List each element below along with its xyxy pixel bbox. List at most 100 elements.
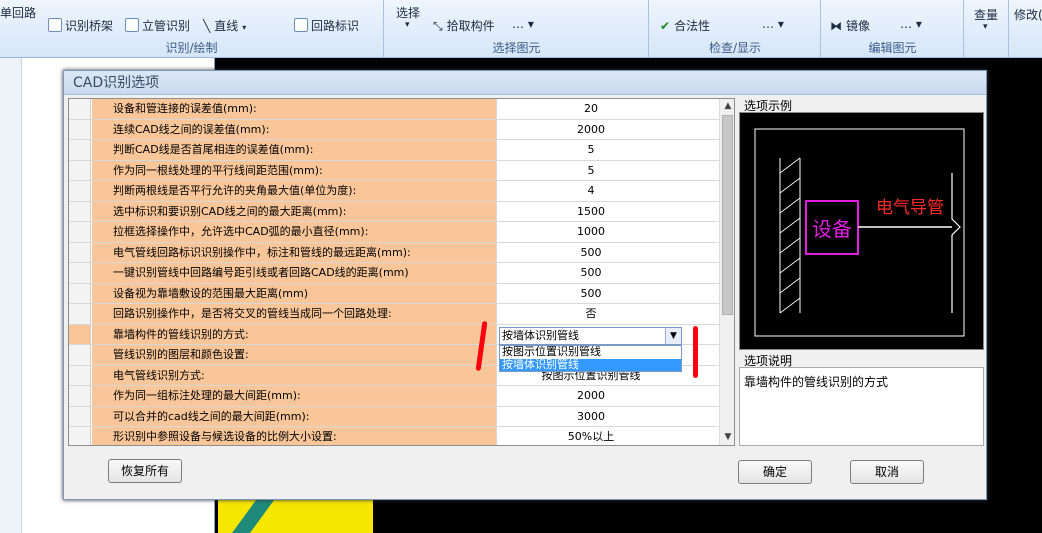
view-quantity-button[interactable]: 查量	[974, 6, 998, 23]
dropdown-option-highlighted[interactable]: 按墙体识别管线	[500, 358, 681, 371]
option-value[interactable]: 20	[498, 99, 684, 119]
loop-mark-button[interactable]: 回路标识	[294, 17, 359, 34]
chevron-down-icon[interactable]: ▼	[665, 328, 681, 344]
row-header[interactable]	[69, 99, 91, 119]
row-header[interactable]	[69, 181, 91, 201]
row-header[interactable]	[69, 365, 91, 385]
option-label: 靠墙构件的管线识别的方式:	[92, 324, 497, 344]
option-label: 电气管线识别方式:	[92, 365, 497, 385]
grid-scrollbar[interactable]: ▲ ▼	[719, 99, 734, 445]
option-label: 拉框选择操作中，允许选中CAD弧的最小直径(mm):	[92, 222, 497, 242]
bridge-icon	[48, 18, 62, 32]
modify-button[interactable]: 修改(	[1014, 6, 1042, 23]
vertical-pipe-button[interactable]: 立管识别	[125, 17, 190, 34]
option-row[interactable]: 作为同一根线处理的平行线间距范围(mm): 5	[69, 160, 719, 181]
option-row[interactable]: 可以合并的cad线之间的最大间距(mm): 3000	[69, 406, 719, 427]
option-value[interactable]: 2000	[498, 386, 684, 406]
option-row[interactable]: 作为同一组标注处理的最大间距(mm): 2000	[69, 386, 719, 407]
option-value[interactable]: 5	[498, 140, 684, 160]
option-label: 回路识别操作中，是否将交叉的管线当成同一个回路处理:	[92, 304, 497, 324]
group-title: 识别/绘制	[165, 41, 218, 55]
restore-all-button[interactable]: 恢复所有	[108, 459, 182, 483]
wall-pipe-mode-dropdown: 按图示位置识别管线 按墙体识别管线	[499, 345, 682, 372]
option-label: 判断两根线是否平行允许的夹角最大值(单位为度):	[92, 181, 497, 201]
dialog-title: CAD识别选项	[64, 71, 986, 95]
option-label: 一键识别管线中回路编号距引线或者回路CAD线的距离(mm)	[92, 263, 497, 283]
legality-button[interactable]: ✔ 合法性	[660, 17, 710, 34]
more-button[interactable]: … ▾	[900, 17, 922, 31]
option-label: 设备和管连接的误差值(mm):	[92, 99, 497, 119]
option-row[interactable]: 判断两根线是否平行允许的夹角最大值(单位为度): 4	[69, 181, 719, 202]
identify-bridge-label: 识别桥架	[65, 19, 114, 33]
option-row[interactable]: 选中标识和要识别CAD线之间的最大距离(mm): 1500	[69, 201, 719, 222]
row-header[interactable]	[69, 324, 91, 344]
wall-pipe-mode-select[interactable]: 按墙体识别管线 ▼	[499, 327, 682, 345]
row-header[interactable]	[69, 201, 91, 221]
option-label: 设备视为靠墙敷设的范围最大距离(mm)	[92, 283, 497, 303]
row-header[interactable]	[69, 119, 91, 139]
row-header[interactable]	[69, 386, 91, 406]
option-row[interactable]: 设备视为靠墙敷设的范围最大距离(mm) 500	[69, 283, 719, 304]
option-label: 判断CAD线是否首尾相连的误差值(mm):	[92, 140, 497, 160]
pick-component-button[interactable]: ⤡ 拾取构件	[433, 17, 495, 34]
dropdown-option[interactable]: 按图示位置识别管线	[500, 346, 681, 359]
scroll-up-icon[interactable]: ▲	[720, 99, 734, 114]
group-edit: ⧓ 镜像 … ▾ 编辑图元	[822, 0, 964, 58]
row-header[interactable]	[69, 427, 91, 445]
row-header[interactable]	[69, 263, 91, 283]
option-label: 形识别中参照设备与候选设备的比例大小设置:	[92, 427, 497, 445]
row-header[interactable]	[69, 406, 91, 426]
option-row[interactable]: 一键识别管线中回路编号距引线或者回路CAD线的距离(mm) 500	[69, 263, 719, 284]
row-header[interactable]	[69, 242, 91, 262]
option-value[interactable]: 3000	[498, 407, 684, 427]
option-value[interactable]: 50%以上	[498, 427, 684, 445]
identify-bridge-button[interactable]: 识别桥架	[48, 17, 113, 34]
option-value[interactable]: 4	[498, 181, 684, 201]
group-check-display: ✔ 合法性 … ▾ 检查/显示	[650, 0, 821, 58]
option-value[interactable]: 否	[498, 304, 684, 324]
loop-mark-icon	[294, 18, 308, 32]
option-row[interactable]: 判断CAD线是否首尾相连的误差值(mm): 5	[69, 140, 719, 161]
option-label: 作为同一根线处理的平行线间距范围(mm):	[92, 160, 497, 180]
more-button[interactable]: … ▾	[762, 17, 784, 31]
option-value[interactable]: 2000	[498, 120, 684, 140]
row-header[interactable]	[69, 345, 91, 365]
scroll-down-icon[interactable]: ▼	[720, 430, 734, 445]
option-row[interactable]: 形识别中参照设备与候选设备的比例大小设置: 50%以上	[69, 427, 719, 445]
option-label: 作为同一组标注处理的最大间距(mm):	[92, 386, 497, 406]
option-row[interactable]: 电气管线回路标识识别操作中，标注和管线的最远距离(mm): 500	[69, 242, 719, 263]
row-header[interactable]	[69, 140, 91, 160]
option-row[interactable]: 设备和管连接的误差值(mm): 20	[69, 99, 719, 120]
group-title: 编辑图元	[868, 41, 917, 55]
option-row[interactable]: 拉框选择操作中，允许选中CAD弧的最小直径(mm): 1000	[69, 222, 719, 243]
group-identify-draw: 单回路 识别桥架 立管识别 ╲ 直线 ▾ 回路标识 识别/绘制	[0, 0, 384, 58]
option-row[interactable]: 回路识别操作中，是否将交叉的管线当成同一个回路处理: 否	[69, 304, 719, 325]
row-header[interactable]	[69, 304, 91, 324]
option-value[interactable]: 1500	[498, 202, 684, 222]
row-header[interactable]	[69, 283, 91, 303]
option-value[interactable]: 500	[498, 243, 684, 263]
option-label: 可以合并的cad线之间的最大间距(mm):	[92, 406, 497, 426]
select-value: 按墙体识别管线	[502, 329, 579, 342]
check-icon: ✔	[660, 19, 671, 33]
mirror-icon: ⧓	[830, 19, 842, 33]
row-header[interactable]	[69, 222, 91, 242]
scroll-thumb[interactable]	[722, 115, 733, 315]
select-button[interactable]: 选择	[396, 4, 420, 21]
option-value[interactable]: 500	[498, 263, 684, 283]
row-header[interactable]	[69, 160, 91, 180]
option-value[interactable]: 500	[498, 284, 684, 304]
pipe-label: 电气导管	[876, 198, 944, 218]
ok-button[interactable]: 确定	[738, 460, 812, 484]
line-button[interactable]: ╲ 直线 ▾	[203, 17, 246, 34]
cancel-button[interactable]: 取消	[850, 460, 924, 484]
option-value[interactable]: 5	[498, 161, 684, 181]
mirror-button[interactable]: ⧓ 镜像	[830, 17, 870, 34]
option-label: 电气管线回路标识识别操作中，标注和管线的最远距离(mm):	[92, 242, 497, 262]
option-row[interactable]: 连续CAD线之间的误差值(mm): 2000	[69, 119, 719, 140]
single-loop-button[interactable]: 单回路	[0, 4, 36, 21]
option-value[interactable]: 1000	[498, 222, 684, 242]
option-label: 管线识别的图层和颜色设置:	[92, 345, 497, 365]
more-button[interactable]: … ▾	[512, 17, 534, 31]
chevron-down-icon: ▾	[242, 23, 247, 32]
